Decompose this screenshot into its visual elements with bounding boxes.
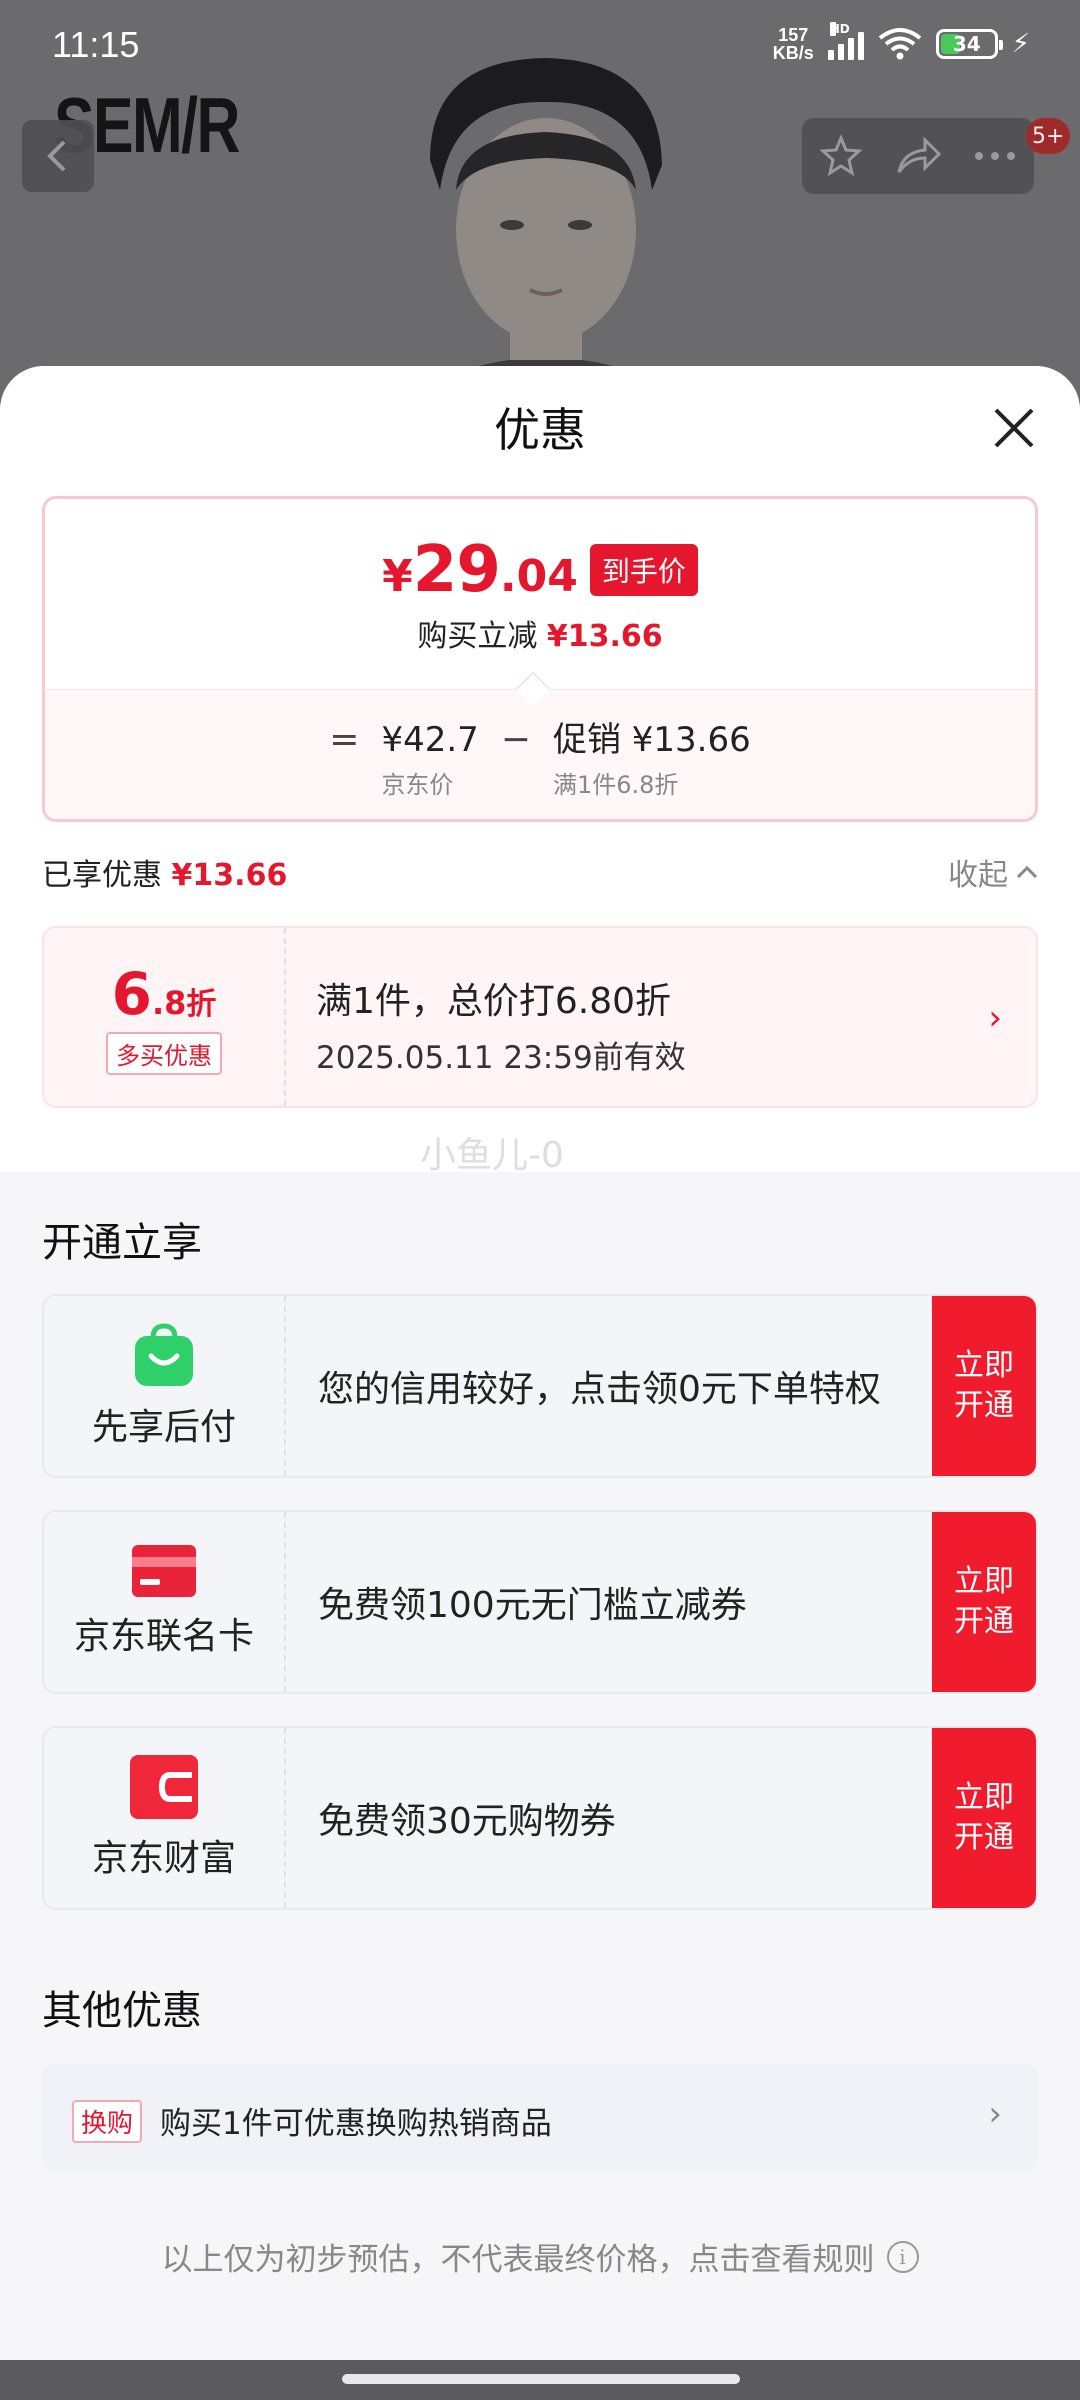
- rules-note[interactable]: 以上仅为初步预估，不代表最终价格，点击查看规则 i: [0, 2234, 1080, 2279]
- more-button[interactable]: [967, 128, 1023, 184]
- star-icon: [819, 134, 863, 177]
- enjoyed-discount-row: 已享优惠 ¥13.66 收起: [42, 850, 1038, 893]
- jd-price-item: ¥42.7 京东价: [381, 717, 478, 800]
- chevron-right-icon: ›: [988, 998, 1002, 1038]
- discount-rate: 6.8折: [112, 960, 217, 1028]
- service-name: 京东联名卡: [73, 1616, 254, 1657]
- jd-price-label: 京东价: [381, 771, 454, 799]
- chevron-right-icon: ›: [988, 2094, 1002, 2134]
- price-formula: = ¥42.7 京东价 − 促销 ¥13.66 满1件6.8折: [45, 717, 1035, 800]
- open-section-title: 开通立享: [42, 1220, 202, 1266]
- message-badge: 5+: [1026, 118, 1071, 154]
- other-section-title: 其他优惠: [42, 1988, 202, 2034]
- activate-button[interactable]: 立即 开通: [932, 1512, 1036, 1692]
- status-time: 11:15: [52, 24, 140, 65]
- share-icon: [897, 136, 941, 173]
- cell-signal-icon: HD: [827, 22, 864, 60]
- shopping-bag-icon: [135, 1323, 193, 1386]
- service-name: 京东财富: [91, 1838, 236, 1879]
- model-photo: [390, 40, 700, 400]
- swap-tag: 换购: [72, 2100, 143, 2143]
- network-speed: 157 KB/s: [773, 26, 814, 62]
- chevron-up-icon: [1016, 865, 1038, 879]
- service-brand: 京东联名卡: [44, 1512, 286, 1692]
- info-icon: i: [886, 2240, 919, 2273]
- favorite-button[interactable]: [813, 128, 869, 184]
- discount-rate-unit: 折: [186, 986, 217, 1022]
- promo-condition: 满1件6.8折: [552, 771, 679, 799]
- instant-discount-line: 购买立减 ¥13.66: [45, 611, 1035, 655]
- service-description: 免费领30元购物券: [318, 1801, 616, 1842]
- service-brand: 先享后付: [44, 1296, 286, 1476]
- wifi-icon: [878, 28, 922, 60]
- discount-title: 满1件，总价打6.80折: [316, 981, 672, 1022]
- minus-sign: −: [500, 719, 531, 760]
- wallet-icon: [130, 1755, 198, 1819]
- charging-icon: ⚡: [1011, 29, 1030, 59]
- instant-discount-label: 购买立减: [417, 619, 538, 654]
- discount-rate-block: 6.8折 多买优惠: [44, 928, 286, 1106]
- close-button[interactable]: [990, 404, 1038, 452]
- enjoyed-discount-label: 已享优惠 ¥13.66: [42, 850, 287, 894]
- swap-offer-row[interactable]: 换购 购买1件可优惠换购热销商品 ›: [42, 2064, 1038, 2174]
- credit-card-icon: [132, 1545, 196, 1597]
- discount-details: 满1件，总价打6.80折 2025.05.11 23:59前有效: [316, 972, 686, 1077]
- product-page-background: 11:15 157 KB/s HD 34 ⚡ SEM/R 5+: [0, 0, 1080, 400]
- share-button[interactable]: [890, 128, 946, 184]
- promo-value: 促销 ¥13.66: [552, 720, 751, 760]
- more-dots-icon: [975, 152, 1016, 160]
- discount-sheet: 优惠 ¥ 29 .04 到手价 购买立减 ¥13.66 = ¥42.7 京东价 …: [0, 366, 1080, 2360]
- network-speed-unit: KB/s: [772, 43, 814, 63]
- hd-label: HD: [829, 22, 850, 36]
- top-actions: [802, 118, 1034, 194]
- service-name: 先享后付: [91, 1407, 236, 1448]
- multi-buy-tag: 多买优惠: [106, 1031, 222, 1075]
- collapse-label: 收起: [948, 858, 1008, 893]
- close-icon: [994, 408, 1034, 448]
- collapse-button[interactable]: 收起: [948, 850, 1038, 894]
- enjoyed-discount-text: 已享优惠: [42, 858, 162, 893]
- home-indicator[interactable]: [342, 2374, 740, 2384]
- status-bar: 11:15 157 KB/s HD 34 ⚡: [0, 0, 1080, 92]
- status-icons: 157 KB/s HD 34 ⚡: [773, 22, 1030, 62]
- final-price-currency: ¥: [382, 551, 413, 602]
- discount-rate-integer: 6: [111, 959, 152, 1028]
- service-brand: 京东财富: [44, 1728, 286, 1908]
- final-price-integer: 29: [412, 533, 501, 607]
- rules-note-text: 以上仅为初步预估，不代表最终价格，点击查看规则: [161, 2242, 875, 2278]
- final-price: ¥ 29 .04 到手价: [45, 533, 1035, 607]
- service-item-pay-later: 先享后付 您的信用较好，点击领0元下单特权 立即 开通: [42, 1294, 1038, 1478]
- final-price-tag: 到手价: [589, 544, 698, 596]
- multi-buy-discount-card[interactable]: 6.8折 多买优惠 满1件，总价打6.80折 2025.05.11 23:59前…: [42, 926, 1038, 1108]
- battery-level: 34: [952, 32, 981, 56]
- instant-discount-amount: ¥13.66: [546, 619, 663, 654]
- discount-rate-decimal: .8: [151, 983, 187, 1022]
- watermark: 小鱼儿-0: [420, 1135, 564, 1176]
- enjoyed-discount-amount: ¥13.66: [171, 858, 288, 893]
- navigation-bar: [0, 2360, 1080, 2400]
- swap-offer-text: 购买1件可优惠换购热销商品: [160, 2106, 552, 2142]
- promo-item: 促销 ¥13.66 满1件6.8折: [553, 717, 751, 800]
- service-description: 免费领100元无门槛立减券: [318, 1585, 747, 1626]
- network-speed-value: 157: [778, 25, 809, 45]
- chevron-left-icon: [47, 140, 66, 172]
- service-description: 您的信用较好，点击领0元下单特权: [318, 1369, 881, 1410]
- battery-icon: 34: [935, 29, 1003, 59]
- activate-button[interactable]: 立即 开通: [932, 1728, 1036, 1908]
- equals-sign: =: [329, 719, 360, 760]
- service-item-jd-finance: 京东财富 免费领30元购物券 立即 开通: [42, 1726, 1038, 1910]
- jd-price-value: ¥42.7: [381, 720, 479, 760]
- price-breakdown-card: ¥ 29 .04 到手价 购买立减 ¥13.66 = ¥42.7 京东价 − 促…: [42, 496, 1038, 822]
- final-price-decimal: .04: [499, 551, 578, 602]
- service-item-co-brand-card: 京东联名卡 免费领100元无门槛立减券 立即 开通: [42, 1510, 1038, 1694]
- discount-validity: 2025.05.11 23:59前有效: [316, 1040, 686, 1076]
- activate-button[interactable]: 立即 开通: [932, 1296, 1036, 1476]
- sheet-title: 优惠: [494, 403, 586, 457]
- back-button[interactable]: [22, 120, 94, 192]
